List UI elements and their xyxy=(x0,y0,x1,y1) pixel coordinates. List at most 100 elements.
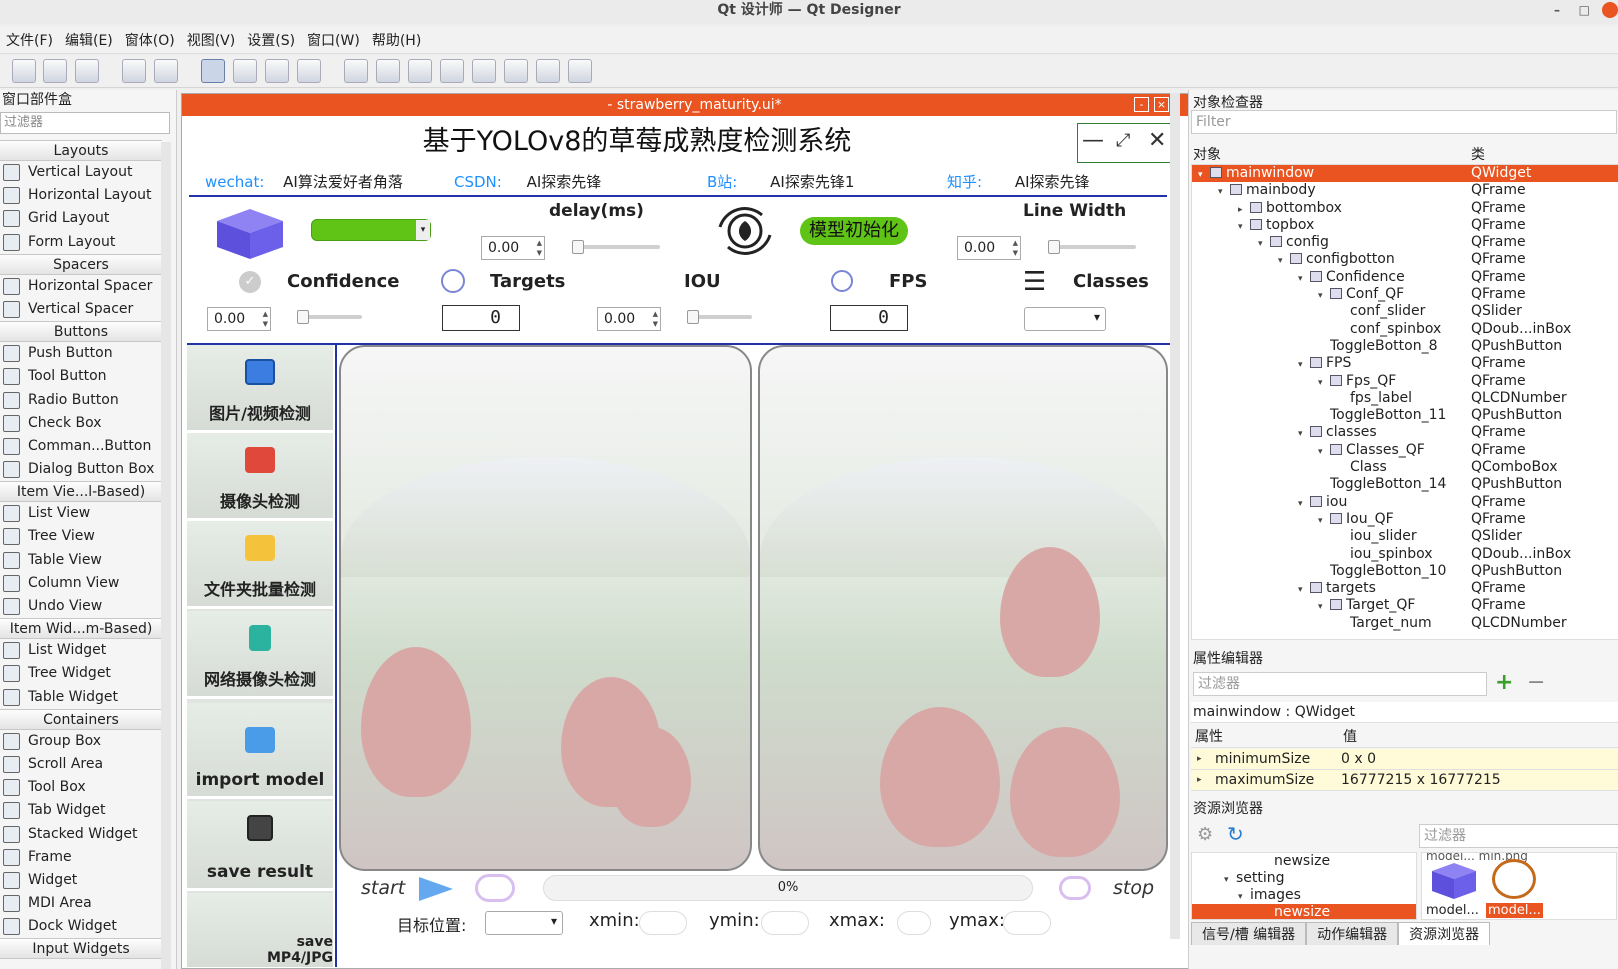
ymax-field[interactable] xyxy=(1003,911,1051,935)
object-tree-row[interactable]: Target_num QLCDNumber xyxy=(1192,615,1618,632)
iou-slider-handle[interactable] xyxy=(687,310,699,324)
property-row[interactable]: ▸ maximumSize 16777215 x 16777215 xyxy=(1191,770,1618,791)
widget-item[interactable]: Form Layout xyxy=(0,231,176,254)
new-file-icon[interactable] xyxy=(12,59,36,83)
layout-grid-icon[interactable] xyxy=(472,59,496,83)
layout-horizontal-splitter-icon[interactable] xyxy=(408,59,432,83)
model-select-combo[interactable]: ▾ xyxy=(311,219,431,241)
camera-detect-button[interactable]: 摄像头检测 xyxy=(187,433,333,521)
property-filter[interactable]: 过滤器 xyxy=(1193,672,1487,696)
object-tree-row[interactable]: ▾ configbotton QFrame xyxy=(1192,251,1618,268)
widget-item[interactable]: Grid Layout xyxy=(0,207,176,230)
object-tree-row[interactable]: ▾ Confidence QFrame xyxy=(1192,269,1618,286)
check-circle-icon[interactable]: ✓ xyxy=(239,271,261,293)
object-tree-row[interactable]: ToggleBotton_8 QPushButton xyxy=(1192,338,1618,355)
widget-category[interactable]: Buttons xyxy=(0,321,162,343)
object-tree-row[interactable]: ▾ Iou_QF QFrame xyxy=(1192,511,1618,528)
layout-vertical-splitter-icon[interactable] xyxy=(440,59,464,83)
property-row[interactable]: ▸ minimumSize 0 x 0 xyxy=(1191,749,1618,770)
image-video-detect-button[interactable]: 图片/视频检测 xyxy=(187,345,333,433)
object-tree-row[interactable]: ▾ Fps_QF QFrame xyxy=(1192,373,1618,390)
layout-horizontal-icon[interactable] xyxy=(344,59,368,83)
object-tree-row[interactable]: Class QComboBox xyxy=(1192,459,1618,476)
widget-item[interactable]: Dock Widget xyxy=(0,915,176,938)
folder-batch-detect-button[interactable]: 文件夹批量检测 xyxy=(187,521,333,609)
target-icon[interactable] xyxy=(441,269,465,293)
widget-item[interactable]: Tool Box xyxy=(0,776,176,799)
menu-item[interactable]: 窗口(W) xyxy=(301,26,366,54)
widget-item[interactable]: Stacked Widget xyxy=(0,823,176,846)
widget-item[interactable]: Tool Button xyxy=(0,365,176,388)
object-inspector-filter[interactable]: Filter xyxy=(1191,110,1617,134)
object-tree-row[interactable]: iou_slider QSlider xyxy=(1192,528,1618,545)
property-value[interactable]: 16777215 x 16777215 xyxy=(1341,770,1501,791)
iou-spinbox[interactable]: 0.00 xyxy=(597,307,661,331)
dock-tab[interactable]: 资源浏览器 xyxy=(1398,922,1491,945)
app-maximize-icon[interactable]: ⤢ xyxy=(1116,130,1130,151)
widget-item[interactable]: List Widget xyxy=(0,639,176,662)
object-tree-row[interactable]: fps_label QLCDNumber xyxy=(1192,390,1618,407)
object-tree-row[interactable]: ToggleBotton_10 QPushButton xyxy=(1192,563,1618,580)
resource-item[interactable]: ▾ setting xyxy=(1192,870,1416,887)
target-position-combo[interactable] xyxy=(485,911,563,935)
model-init-button[interactable]: 模型初始化 xyxy=(800,217,908,245)
object-tree-row[interactable]: ▾ targets QFrame xyxy=(1192,580,1618,597)
form-area-scrollbar[interactable] xyxy=(1170,93,1180,939)
widget-item[interactable]: Frame xyxy=(0,846,176,869)
gear-icon[interactable]: ⚙ xyxy=(1197,824,1213,845)
edit-signals-slots-icon[interactable] xyxy=(233,59,257,83)
widget-category[interactable]: Layouts xyxy=(0,140,162,161)
dock-tab[interactable]: 动作编辑器 xyxy=(1306,922,1399,945)
object-tree-row[interactable]: ▾ iou QFrame xyxy=(1192,494,1618,511)
object-tree-row[interactable]: ▾ classes QFrame xyxy=(1192,424,1618,441)
remove-property-icon[interactable]: − xyxy=(1527,670,1545,695)
iou-slider[interactable] xyxy=(687,310,752,324)
widget-item[interactable]: Radio Button xyxy=(0,389,176,412)
edit-tab-order-icon[interactable] xyxy=(297,59,321,83)
dock-tab[interactable]: 信号/槽 编辑器 xyxy=(1191,922,1307,945)
class-column-header[interactable]: 类 xyxy=(1471,144,1485,164)
object-tree-row[interactable]: ▾ Target_QF QFrame xyxy=(1192,597,1618,614)
app-close-icon[interactable]: ✕ xyxy=(1148,128,1166,153)
menu-item[interactable]: 设置(S) xyxy=(241,26,301,54)
resource-item[interactable]: newsize xyxy=(1192,853,1416,870)
maximize-icon[interactable]: □ xyxy=(1579,0,1590,20)
object-tree-row[interactable]: ToggleBotton_14 QPushButton xyxy=(1192,476,1618,493)
form-close-icon[interactable]: × xyxy=(1154,97,1169,112)
menu-item[interactable]: 窗体(O) xyxy=(119,26,181,54)
confidence-slider-handle[interactable] xyxy=(297,310,309,324)
widget-item[interactable]: Column View xyxy=(0,572,176,595)
widget-item[interactable]: List View xyxy=(0,502,176,525)
widget-category[interactable]: Item Vie...l-Based) xyxy=(0,481,162,503)
widget-item[interactable]: Tree Widget xyxy=(0,662,176,685)
widget-category[interactable]: Spacers xyxy=(0,253,162,275)
delay-slider[interactable] xyxy=(572,240,660,254)
delay-spinbox[interactable]: 0.00 xyxy=(481,236,545,260)
menu-item[interactable]: 帮助(H) xyxy=(366,26,427,54)
form-restore-icon[interactable]: - xyxy=(1134,97,1149,112)
stop-circle-icon[interactable] xyxy=(1059,876,1091,900)
object-tree-row[interactable]: ▸ bottombox QFrame xyxy=(1192,200,1618,217)
app-minimize-icon[interactable]: — xyxy=(1082,128,1104,153)
object-tree-row[interactable]: ▾ mainbody QFrame xyxy=(1192,182,1618,199)
object-tree-row[interactable]: conf_spinbox QDoub...inBox xyxy=(1192,321,1618,338)
widget-box-filter[interactable]: 过滤器 xyxy=(0,112,170,134)
object-tree-row[interactable]: conf_slider QSlider xyxy=(1192,303,1618,320)
minimize-icon[interactable]: – xyxy=(1554,0,1560,20)
ymin-field[interactable] xyxy=(761,911,809,935)
break-layout-icon[interactable] xyxy=(536,59,560,83)
widget-item[interactable]: Comman...Button xyxy=(0,435,176,458)
reload-icon[interactable]: ↻ xyxy=(1227,822,1244,846)
pause-icon[interactable] xyxy=(475,874,515,902)
collapse-icon[interactable]: ▾ xyxy=(1238,889,1250,906)
object-tree-row[interactable]: iou_spinbox QDoub...inBox xyxy=(1192,546,1618,563)
edit-buddies-icon[interactable] xyxy=(265,59,289,83)
cube-thumb-icon[interactable] xyxy=(1430,861,1478,901)
send-to-back-icon[interactable] xyxy=(122,59,146,83)
delay-slider-handle[interactable] xyxy=(572,240,584,254)
close-icon[interactable] xyxy=(1602,2,1618,18)
xmax-field[interactable] xyxy=(897,911,931,935)
widget-item[interactable]: Undo View xyxy=(0,595,176,618)
open-folder-icon[interactable] xyxy=(43,59,67,83)
resource-item[interactable]: ▾ images xyxy=(1192,887,1416,904)
